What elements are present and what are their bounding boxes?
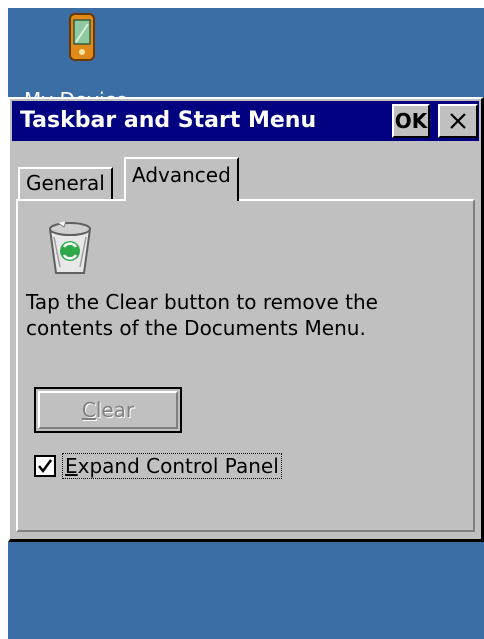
advanced-tab-panel: Tap the Clear button to remove the conte…: [16, 199, 475, 532]
checkmark-icon: [38, 459, 53, 474]
expand-control-panel-label[interactable]: Expand Control Panel: [62, 453, 282, 479]
close-button[interactable]: [438, 104, 478, 138]
clear-button-face: Clear: [38, 391, 178, 429]
clear-button[interactable]: Clear: [34, 387, 182, 433]
expand-label-suffix: xpand Control Panel: [77, 454, 279, 478]
recycle-bin-icon: [48, 220, 92, 274]
title-bar[interactable]: Taskbar and Start Menu OK: [12, 101, 479, 141]
clear-label-mnemonic: C: [81, 398, 96, 422]
window-title: Taskbar and Start Menu: [20, 108, 317, 133]
desktop: My Device Taskbar and Start Menu OK Gene…: [8, 8, 484, 639]
tab-advanced[interactable]: Advanced: [124, 157, 239, 201]
expand-label-mnemonic: E: [65, 454, 78, 478]
taskbar-start-menu-dialog: Taskbar and Start Menu OK General Advanc…: [8, 97, 484, 542]
ok-button[interactable]: OK: [392, 104, 430, 138]
clear-description: Tap the Clear button to remove the conte…: [26, 290, 378, 340]
tab-general[interactable]: General: [18, 167, 113, 201]
tab-strip: General Advanced: [12, 155, 479, 201]
clear-label-suffix: lear: [95, 398, 135, 422]
close-icon: [450, 113, 466, 129]
pda-device-icon[interactable]: [60, 12, 104, 66]
expand-control-panel-checkbox[interactable]: [34, 455, 56, 477]
